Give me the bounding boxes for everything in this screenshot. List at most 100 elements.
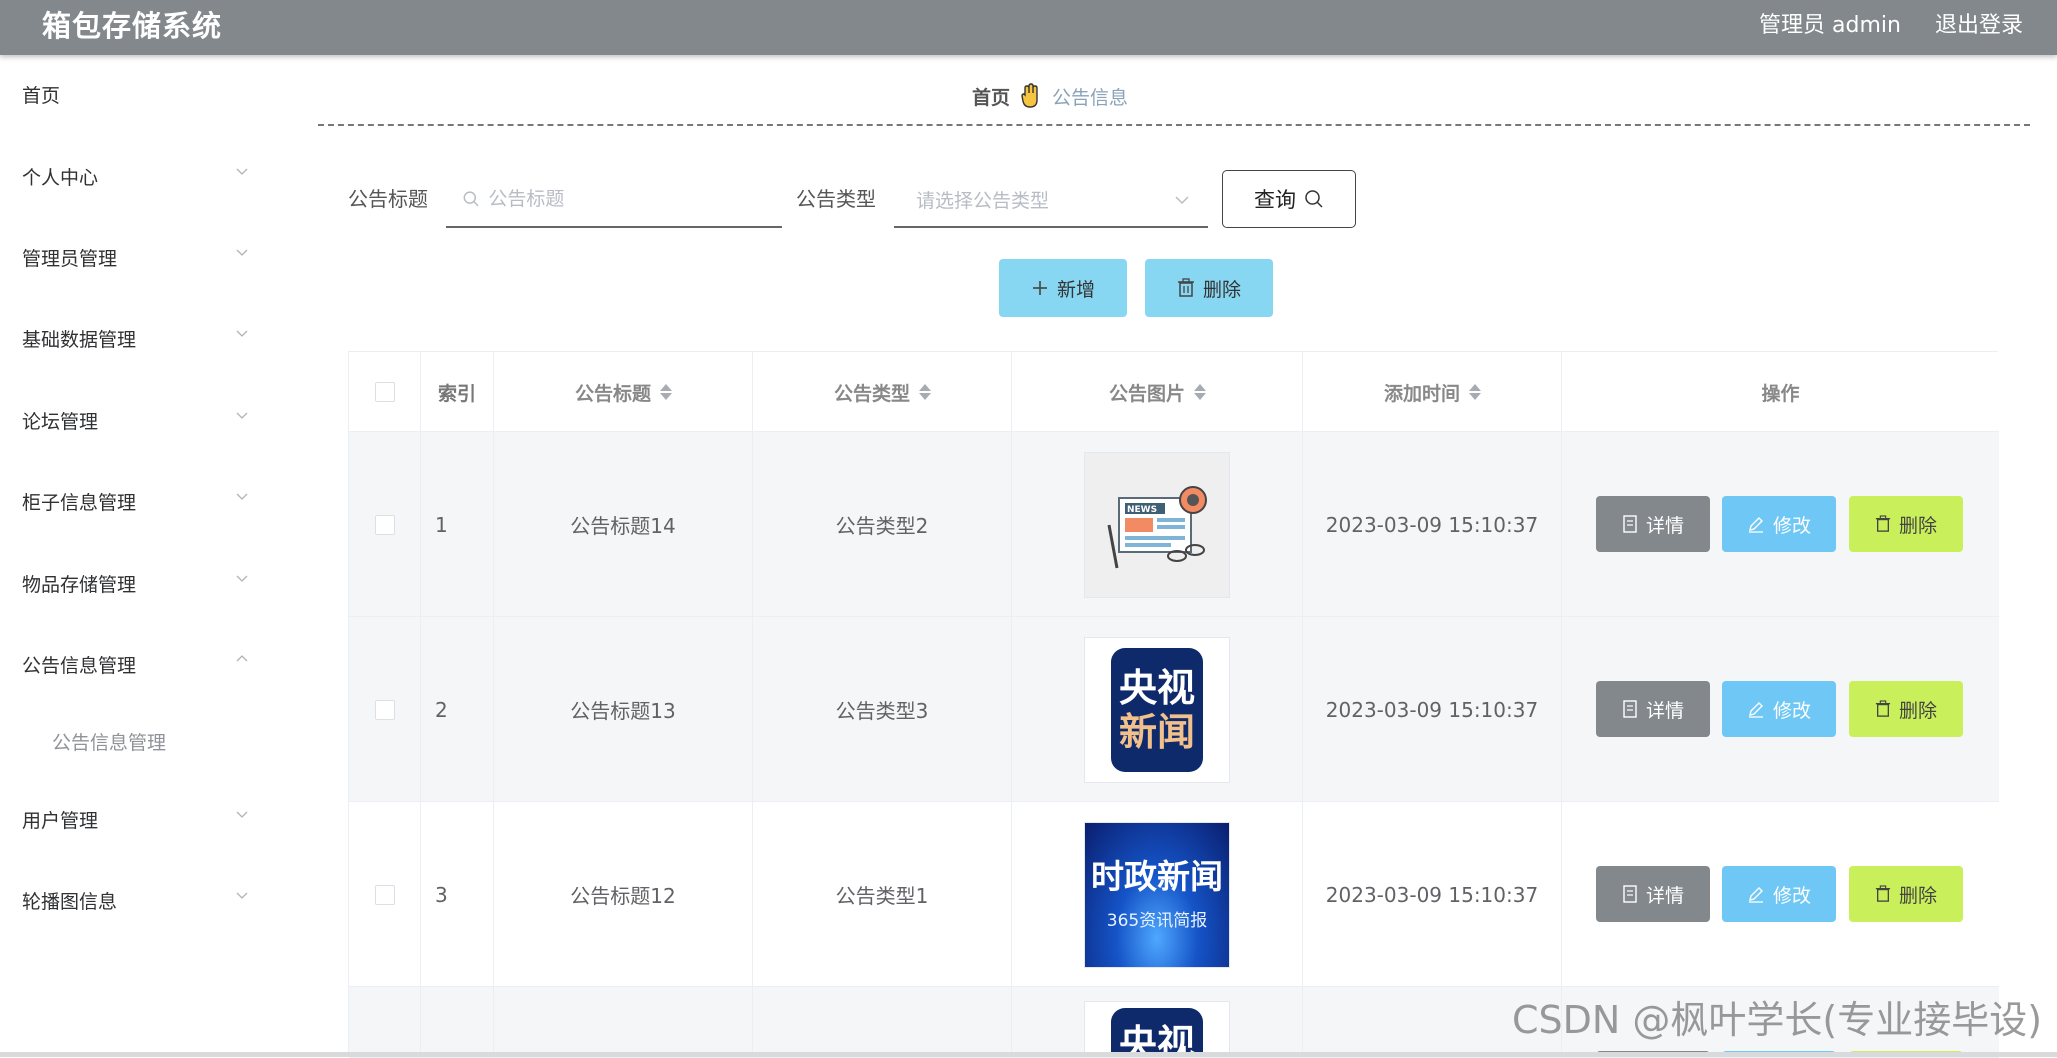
hand-icon xyxy=(1021,83,1038,108)
type-select[interactable]: 请选择公告类型 xyxy=(894,172,1208,228)
row-index: 3 xyxy=(421,802,494,987)
select-all-checkbox[interactable] xyxy=(374,382,395,402)
delete-button[interactable]: 删除 xyxy=(1849,681,1963,737)
batch-delete-button[interactable]: 删除 xyxy=(1145,259,1273,317)
sidebar-item-cabinet-info[interactable]: 柜子信息管理 xyxy=(0,476,270,526)
sidebar-item-home[interactable]: 首页 xyxy=(0,69,270,119)
news-illustration-image[interactable]: NEWS xyxy=(1084,451,1230,598)
breadcrumb: 首页 公告信息 xyxy=(972,80,1128,112)
pencil-icon xyxy=(1748,887,1763,903)
row-time: 2023-03-09 15:10:37 xyxy=(1303,802,1562,987)
detail-button[interactable]: 详情 xyxy=(1596,496,1710,552)
sidebar-item-carousel[interactable]: 轮播图信息 xyxy=(0,875,270,925)
add-button[interactable]: 新增 xyxy=(999,259,1127,317)
sort-icon[interactable] xyxy=(1193,383,1206,401)
header-image[interactable]: 公告图片 xyxy=(1012,352,1303,432)
chevron-up-icon xyxy=(236,655,248,662)
title-search-input[interactable] xyxy=(488,188,782,210)
chevron-down-icon xyxy=(236,330,248,337)
logout-link[interactable]: 退出登录 xyxy=(1935,11,2023,41)
detail-button[interactable]: 详情 xyxy=(1596,681,1710,737)
sidebar-subitem-label: 公告信息管理 xyxy=(52,731,167,754)
sidebar-item-personal-center[interactable]: 个人中心 xyxy=(0,151,270,201)
header-actions: 操作 xyxy=(1761,382,1800,405)
row-actions: 详情 修改 删除 xyxy=(1562,432,1999,617)
table-row: 1 公告标题14 公告类型2 NEWS 2023-03-09 15:10:37 … xyxy=(349,432,1999,617)
row-checkbox[interactable] xyxy=(374,514,395,535)
sidebar-item-notice-management[interactable]: 公告信息管理 xyxy=(0,639,270,689)
edit-button[interactable]: 修改 xyxy=(1722,496,1836,552)
header-select-all xyxy=(349,352,421,432)
sidebar-item-label: 柜子信息管理 xyxy=(22,491,137,514)
row-index: 2 xyxy=(421,617,494,802)
sidebar-item-label: 公告信息管理 xyxy=(22,654,137,677)
header-time[interactable]: 添加时间 xyxy=(1303,352,1562,432)
delete-button[interactable]: 删除 xyxy=(1849,866,1963,922)
row-type xyxy=(753,987,1012,1057)
sort-icon[interactable] xyxy=(1468,383,1481,401)
row-type: 公告类型3 xyxy=(753,617,1012,802)
cctv-news-line1: 央视 xyxy=(1118,665,1195,710)
sidebar-item-label: 轮播图信息 xyxy=(22,890,118,913)
delete-button[interactable]: 删除 xyxy=(1849,496,1963,552)
row-image-cell: 时政新闻 365资讯简报 xyxy=(1012,802,1303,987)
sidebar-item-admin-management[interactable]: 管理员管理 xyxy=(0,232,270,282)
table-header: 索引 公告标题 公告类型 公告图片 添加时间 操作 xyxy=(349,352,1999,432)
sidebar-item-forum[interactable]: 论坛管理 xyxy=(0,395,270,445)
chevron-down-icon xyxy=(236,892,248,899)
query-button-label: 查询 xyxy=(1254,188,1296,212)
sidebar-item-label: 论坛管理 xyxy=(22,410,99,433)
sidebar-item-label: 首页 xyxy=(22,84,61,107)
sort-icon[interactable] xyxy=(918,383,931,401)
political-news-title: 时政新闻 xyxy=(1091,856,1223,896)
row-index: 1 xyxy=(421,432,494,617)
sidebar-item-item-storage[interactable]: 物品存储管理 xyxy=(0,558,270,608)
app-title: 箱包存储系统 xyxy=(42,9,223,43)
header-index: 索引 xyxy=(421,352,494,432)
cctv-news-line2: 新闻 xyxy=(1118,709,1195,754)
cctv-news-image[interactable]: 央视 xyxy=(1084,1001,1230,1057)
title-search-label: 公告标题 xyxy=(348,187,428,211)
sort-icon[interactable] xyxy=(659,383,672,401)
type-select-placeholder: 请选择公告类型 xyxy=(916,189,1050,212)
chevron-down-icon xyxy=(236,168,248,175)
row-checkbox-cell xyxy=(349,802,421,987)
breadcrumb-home[interactable]: 首页 xyxy=(972,83,1010,110)
header-type[interactable]: 公告类型 xyxy=(753,352,1012,432)
trash-icon xyxy=(1875,885,1891,902)
political-news-image[interactable]: 时政新闻 365资讯简报 xyxy=(1084,821,1230,968)
trash-icon xyxy=(1875,515,1891,532)
row-actions: 详情 修改 删除 xyxy=(1562,617,1999,802)
header-title[interactable]: 公告标题 xyxy=(494,352,753,432)
row-checkbox[interactable] xyxy=(374,884,395,905)
row-title xyxy=(494,987,753,1057)
title-search-field[interactable] xyxy=(446,172,782,228)
cctv-news-image[interactable]: 央视 新闻 xyxy=(1084,636,1230,783)
chevron-down-icon xyxy=(1175,196,1189,205)
search-icon xyxy=(463,191,479,207)
detail-button[interactable]: 详情 xyxy=(1596,866,1710,922)
chevron-down-icon xyxy=(236,493,248,500)
row-checkbox[interactable] xyxy=(374,699,395,720)
type-select-label: 公告类型 xyxy=(796,187,876,211)
sidebar-item-base-data[interactable]: 基础数据管理 xyxy=(0,313,270,363)
plus-icon xyxy=(1032,281,1047,295)
top-bar: 箱包存储系统 管理员 admin 退出登录 xyxy=(0,0,2057,55)
sidebar-subitem-notice-management[interactable]: 公告信息管理 xyxy=(0,719,270,763)
row-checkbox-cell xyxy=(349,432,421,617)
query-button[interactable]: 查询 xyxy=(1222,170,1356,228)
table-row: 2 公告标题13 公告类型3 央视 新闻 2023-03-09 15:10:37… xyxy=(349,617,1999,802)
sidebar-item-user-management[interactable]: 用户管理 xyxy=(0,794,270,844)
svg-text:NEWS: NEWS xyxy=(1127,505,1157,515)
pencil-icon xyxy=(1748,517,1763,533)
political-news-subtitle: 365资讯简报 xyxy=(1106,910,1208,931)
search-icon xyxy=(1305,190,1323,208)
document-icon xyxy=(1623,885,1637,903)
edit-button[interactable]: 修改 xyxy=(1722,866,1836,922)
trash-icon xyxy=(1177,278,1194,297)
sidebar-item-label: 管理员管理 xyxy=(22,247,118,270)
row-image-cell: 央视 新闻 xyxy=(1012,617,1303,802)
watermark: CSDN @枫叶学长(专业接毕设) xyxy=(1512,998,2043,1042)
row-time: 2023-03-09 15:10:37 xyxy=(1303,432,1562,617)
edit-button[interactable]: 修改 xyxy=(1722,681,1836,737)
